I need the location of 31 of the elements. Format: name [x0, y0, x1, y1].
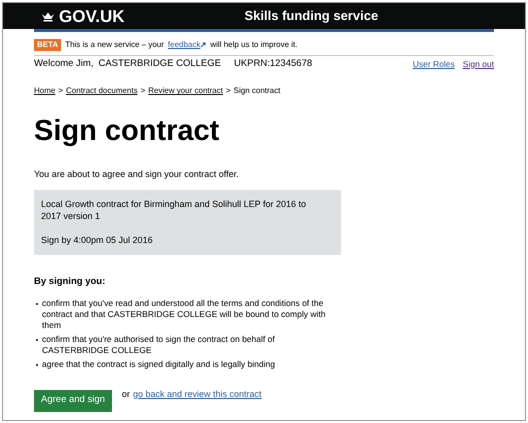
review-contract-link[interactable]: go back and review this contract	[132, 388, 262, 401]
breadcrumb-separator: >	[140, 85, 146, 98]
service-name: Skills funding service	[244, 7, 378, 26]
term-text: agree that the contract is signed digitally and is legally binding	[42, 358, 275, 370]
breadcrumb-link[interactable]: Review your contract	[148, 85, 223, 98]
breadcrumb-link[interactable]: Contract documents	[66, 85, 138, 98]
feedback-link[interactable]: feedback	[168, 39, 206, 51]
beta-text: will help us to improve it.	[210, 39, 298, 51]
contract-deadline: Sign by 4:00pm 05 Jul 2016	[41, 234, 154, 247]
crown-icon	[41, 10, 55, 22]
term-text: confirm that you're authorised to sign the contract on behalf of CASTERBRIDGE COLLEGE	[42, 334, 276, 356]
account-link[interactable]: Sign out	[462, 58, 494, 70]
breadcrumb-separator: >	[226, 85, 231, 98]
breadcrumb-separator: >	[58, 85, 64, 98]
contract-name: Local Growth contract for Birmingham and Solihull LEP for 2016 to 2017 version 1	[41, 198, 307, 222]
beta-tag: BETA	[34, 39, 62, 51]
agree-and-sign-button[interactable]: Agree and sign	[34, 390, 112, 412]
external-link-icon	[200, 42, 206, 48]
welcome-text: Welcome Jim,	[34, 57, 94, 71]
terms-heading: By signing you:	[34, 275, 106, 290]
or-text: or	[122, 388, 130, 400]
organisation-name: CASTERBRIDGE COLLEGE	[98, 57, 221, 71]
logo-text[interactable]: GOV.UK	[59, 8, 125, 24]
breadcrumb-current: Sign contract	[234, 85, 280, 98]
ukprn-text: UKPRN:12345678	[234, 57, 312, 71]
account-link[interactable]: User Roles	[412, 58, 455, 70]
beta-text: This is a new service – your	[65, 39, 164, 51]
intro-text: You are about to agree and sign your contract offer.	[34, 168, 240, 182]
term-text: confirm that you've read and understood all the terms and conditions of the contract and that CASTERBRIDGE COLLEGE will be bound to comply with them	[42, 298, 326, 330]
page-title: Sign contract	[34, 117, 220, 146]
breadcrumb-link[interactable]: Home	[34, 85, 56, 98]
